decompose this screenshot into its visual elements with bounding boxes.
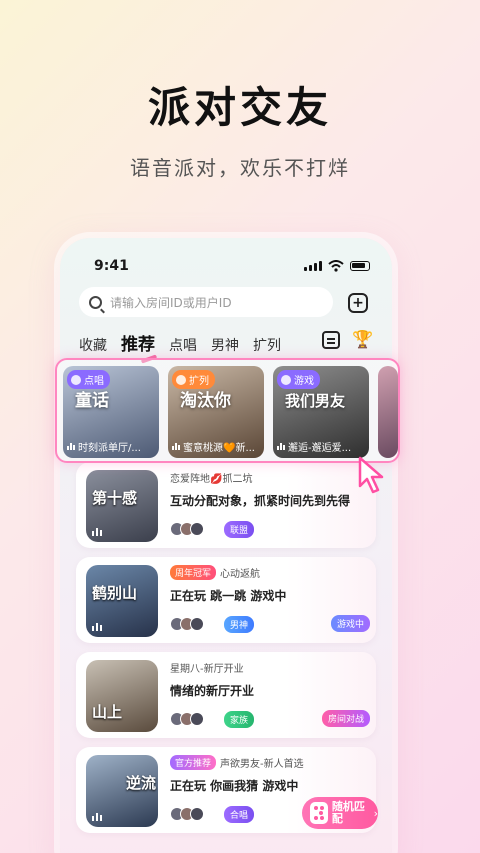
thumb-caption: 第十感 [92,489,138,507]
avatar [190,712,204,726]
featured-title: 蜜意桃源🧡新... [172,439,262,454]
avatar [190,807,204,821]
audio-bars-icon [92,623,102,631]
member-avatars [170,807,204,821]
add-room-icon[interactable]: + [348,293,368,313]
room-status: 互动分配对象，抓紧时间先到先得 [170,494,351,508]
search-bar[interactable]: 请输入房间ID或用户ID [79,287,333,317]
room-thumbnail: 第十感 [86,470,158,542]
audio-bars-icon [92,528,102,536]
badge-icon [176,374,186,385]
chevron-right-icon: › [373,806,378,820]
phone-mockup: 9:41 请输入房间ID或用户ID + 收藏 推荐 点唱 男神 扩列 🏆 第十感… [60,238,392,853]
featured-caption: 我们男友 [285,392,346,410]
category-tabs: 收藏 推荐 点唱 男神 扩列 [79,330,281,355]
thumb-caption: 鹤别山 [92,584,138,602]
tab-recommended[interactable]: 推荐 [121,330,155,355]
featured-room-card[interactable]: 点唱 童话 时刻派单厅/... [63,366,159,458]
hero-subtitle: 语音派对，欢乐不打烊 [130,156,350,180]
room-tag: 联盟 [224,521,255,538]
room-side-tag: 游戏中 [330,615,370,632]
thumb-caption: 逆流 [126,774,157,792]
avatar [190,617,204,631]
featured-badge-text: 扩列 [189,376,209,387]
room-title: 周年冠军 心动返航 [170,565,260,580]
room-title: 官方推荐 声欲男友-新人首选 [170,755,304,770]
room-title: 星期八-新厅开业 [170,660,244,675]
room-card[interactable]: 鹤别山 周年冠军 心动返航 正在玩 跳一跳 游戏中 男神 游戏中 [76,557,376,643]
tab-karaoke[interactable]: 点唱 [169,335,197,355]
room-tag: 家族 [224,711,255,728]
room-title-text: 星期八-新厅开业 [170,664,244,675]
featured-room-card[interactable] [378,366,398,458]
status-bar: 9:41 [94,256,370,276]
audio-bars-icon [172,443,180,450]
featured-room-card[interactable]: 扩列 淘汰你 蜜意桃源🧡新... [168,366,264,458]
featured-badge-text: 点唱 [84,376,104,387]
audio-bars-icon [277,443,285,450]
status-icons [304,260,370,272]
featured-badge: 扩列 [172,370,215,389]
room-list: 第十感 恋爱阵地💋抓二坑 互动分配对象，抓紧时间先到先得 联盟 鹤别山 周年冠军… [76,462,376,842]
room-title: 恋爱阵地💋抓二坑 [170,470,252,485]
badge-icon [281,374,291,385]
room-thumbnail: 逆流 [86,755,158,827]
featured-caption: 淘汰你 [180,391,231,411]
room-status: 情绪的新厅开业 [170,684,255,698]
room-card[interactable]: 第十感 恋爱阵地💋抓二坑 互动分配对象，抓紧时间先到先得 联盟 [76,462,376,548]
trophy-icon[interactable]: 🏆 [352,331,373,349]
room-card[interactable]: 山上 星期八-新厅开业 情绪的新厅开业 家族 房间对战 [76,652,376,738]
room-title-text: 恋爱阵地💋抓二坑 [170,474,253,485]
random-match-button[interactable]: 随机匹配 › [302,797,378,829]
battery-icon [350,261,370,271]
featured-title-text: 邂逅-邂逅爱... [288,443,352,454]
room-tag: 合唱 [224,806,255,823]
wifi-icon [328,260,344,272]
featured-badge-text: 游戏 [294,376,314,387]
calendar-icon[interactable] [322,331,340,349]
featured-title: 时刻派单厅/... [67,439,157,454]
tab-favorites[interactable]: 收藏 [79,335,107,355]
featured-room-strip: 点唱 童话 时刻派单厅/... 扩列 淘汰你 蜜意桃源🧡新... 游戏 我们男友… [55,358,400,463]
avatar [190,522,204,536]
room-status: 正在玩 你画我猜 游戏中 [170,779,299,793]
thumb-caption: 山上 [92,703,123,721]
featured-cover [378,366,398,458]
featured-caption: 童话 [75,391,109,411]
featured-badge: 游戏 [277,370,320,389]
room-tag: 男神 [224,616,255,633]
pointer-cursor-icon [358,456,384,494]
room-thumbnail: 鹤别山 [86,565,158,637]
room-title-text: 心动返航 [220,569,261,580]
audio-bars-icon [67,443,75,450]
room-title-text: 声欲男友-新人首选 [220,759,304,770]
featured-title-text: 时刻派单厅/... [78,443,141,454]
audio-bars-icon [92,813,102,821]
featured-badge: 点唱 [67,370,110,389]
room-thumbnail: 山上 [86,660,158,732]
signal-icon [304,261,322,271]
status-time: 9:41 [94,258,129,274]
featured-title: 邂逅-邂逅爱... [277,439,367,454]
featured-title-text: 蜜意桃源🧡新... [183,443,255,454]
room-badge: 周年冠军 [170,565,217,580]
member-avatars [170,617,204,631]
member-avatars [170,712,204,726]
member-avatars [170,522,204,536]
random-match-label: 随机匹配 [331,800,365,825]
badge-icon [71,374,81,385]
room-status: 正在玩 跳一跳 游戏中 [170,589,287,603]
dice-icon [310,802,328,824]
featured-room-card[interactable]: 游戏 我们男友 邂逅-邂逅爱... [273,366,369,458]
tab-male-idol[interactable]: 男神 [211,335,239,355]
search-placeholder: 请输入房间ID或用户ID [110,295,232,310]
search-icon [89,295,102,309]
tab-expand-friends[interactable]: 扩列 [253,335,281,355]
hero-title: 派对交友 [147,83,332,132]
room-badge: 官方推荐 [170,755,217,770]
room-side-tag: 房间对战 [321,710,370,727]
